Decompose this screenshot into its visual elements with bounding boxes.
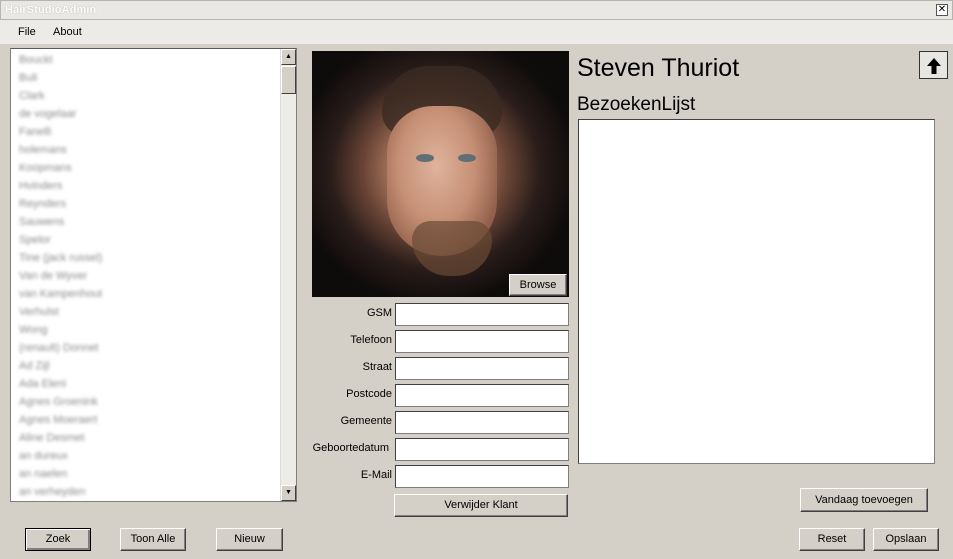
search-button[interactable]: Zoek: [25, 528, 91, 551]
client-list-item[interactable]: an naelen: [11, 465, 279, 483]
save-button[interactable]: Opslaan: [873, 528, 939, 551]
client-list-item[interactable]: Ad Zijl: [11, 357, 279, 375]
postcode-label: Postcode: [346, 388, 392, 400]
client-list-item[interactable]: Reynders: [11, 195, 279, 213]
client-list-item[interactable]: Clark: [11, 87, 279, 105]
photo-eye-left: [416, 154, 434, 162]
client-list-items: Bouckt Buli Clark de vogelaar Fanelli holeman…: [11, 51, 279, 501]
client-list-scrollbar[interactable]: ▲ ▼: [280, 49, 296, 501]
show-all-button[interactable]: Toon Alle: [120, 528, 186, 551]
add-today-button[interactable]: Vandaag toevoegen: [800, 488, 928, 512]
delete-client-button[interactable]: Verwijder Klant: [394, 494, 568, 517]
menu-about[interactable]: About: [53, 26, 82, 38]
client-list-item[interactable]: an dureux: [11, 447, 279, 465]
client-list-item[interactable]: Sauwens: [11, 213, 279, 231]
client-list-item[interactable]: Fanelli: [11, 123, 279, 141]
scroll-thumb[interactable]: [281, 66, 296, 94]
client-list-item[interactable]: Buli: [11, 69, 279, 87]
client-list[interactable]: Bouckt Buli Clark de vogelaar Fanelli holeman…: [10, 48, 297, 502]
photo-beard: [412, 221, 492, 276]
email-field[interactable]: [395, 465, 569, 488]
visits-heading: BezoekenLijst: [577, 94, 696, 115]
client-list-item[interactable]: Aline Desmet: [11, 429, 279, 447]
geboortedatum-label: Geboortedatum: [312, 442, 389, 454]
client-photo: [312, 51, 569, 297]
client-list-item[interactable]: Koopmans: [11, 159, 279, 177]
arrow-up-icon: [927, 58, 941, 74]
scroll-down-arrow-icon[interactable]: ▼: [281, 485, 296, 501]
client-list-item[interactable]: Agnes Moeraert: [11, 411, 279, 429]
telefoon-field[interactable]: [395, 330, 569, 353]
photo-eye-right: [458, 154, 476, 162]
client-list-item[interactable]: an verheyden: [11, 483, 279, 501]
gemeente-field[interactable]: [395, 411, 569, 434]
gsm-label: GSM: [366, 307, 392, 319]
client-list-item[interactable]: Ada Eleni: [11, 375, 279, 393]
client-name-heading: Steven Thuriot: [577, 54, 740, 82]
client-list-item[interactable]: Tine (jack russel): [11, 249, 279, 267]
client-list-item[interactable]: Verhulst: [11, 303, 279, 321]
client-list-item[interactable]: Agnes Groenink: [11, 393, 279, 411]
window-title: HairStudioAdmin: [5, 4, 97, 16]
visits-list[interactable]: [578, 119, 935, 464]
gsm-field[interactable]: [395, 303, 569, 326]
client-list-item[interactable]: (renault) Donnet: [11, 339, 279, 357]
straat-label: Straat: [362, 361, 392, 373]
client-list-item[interactable]: Van de Wyver: [11, 267, 279, 285]
client-list-item[interactable]: Wong: [11, 321, 279, 339]
menu-bar: File About: [0, 20, 953, 44]
scroll-up-arrow-icon[interactable]: ▲: [281, 49, 296, 65]
client-list-item[interactable]: holemans: [11, 141, 279, 159]
client-list-item[interactable]: Spelor: [11, 231, 279, 249]
geboortedatum-field[interactable]: [395, 438, 569, 461]
close-icon[interactable]: ✕: [936, 4, 948, 16]
client-list-item[interactable]: Hvinders: [11, 177, 279, 195]
client-list-item[interactable]: de vogelaar: [11, 105, 279, 123]
browse-button[interactable]: Browse: [509, 274, 567, 296]
title-bar: HairStudioAdmin ✕: [0, 0, 953, 20]
menu-file[interactable]: File: [18, 26, 36, 38]
new-button[interactable]: Nieuw: [216, 528, 283, 551]
client-list-item[interactable]: van Kampenhout: [11, 285, 279, 303]
gemeente-label: Gemeente: [340, 415, 392, 427]
reset-button[interactable]: Reset: [799, 528, 865, 551]
postcode-field[interactable]: [395, 384, 569, 407]
straat-field[interactable]: [395, 357, 569, 380]
client-list-item[interactable]: Bouckt: [11, 51, 279, 69]
up-button[interactable]: [919, 51, 948, 79]
telefoon-label: Telefoon: [350, 334, 392, 346]
email-label: E-Mail: [360, 469, 392, 481]
